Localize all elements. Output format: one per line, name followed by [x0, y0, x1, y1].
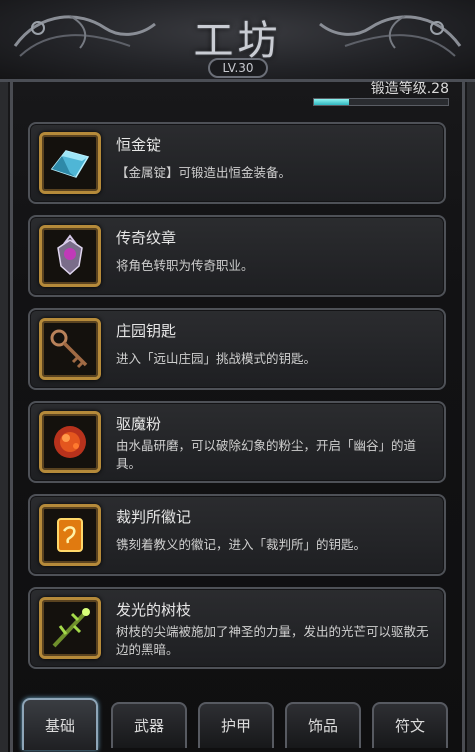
item-desc: 树枝的尖端被施加了神圣的力量，发出的光芒可以驱散无边的黑暗。 — [116, 624, 429, 657]
list-item[interactable]: 裁判所徽记 镌刻着教义的徽记，进入「裁判所」的钥匙。 — [28, 494, 446, 576]
tab-weapons[interactable]: 武器 — [111, 702, 187, 748]
item-icon-frame — [39, 225, 101, 287]
list-item[interactable]: 恒金锭 【金属锭】可锻造出恒金装备。 — [28, 122, 446, 204]
list-item[interactable]: 庄园钥匙 进入「远山庄园」挑战模式的钥匙。 — [28, 308, 446, 390]
item-name: 庄园钥匙 — [116, 322, 177, 340]
item-icon-frame — [39, 318, 101, 380]
item-desc: 将角色转职为传奇职业。 — [116, 258, 254, 273]
forge-progress-fill — [314, 99, 349, 105]
forge-level-label: 锻造等级.28 — [370, 81, 449, 97]
item-icon-frame — [39, 504, 101, 566]
header: 工坊 LV.30 — [0, 0, 475, 82]
item-desc: 镌刻着教义的徽记，进入「裁判所」的钥匙。 — [116, 537, 367, 552]
insignia-icon — [57, 518, 83, 552]
branch-icon — [52, 608, 90, 648]
list-item[interactable]: 驱魔粉 由水晶研磨，可以破除幻象的粉尘，开启「幽谷」的道具。 — [28, 401, 446, 483]
list-item[interactable]: 发光的树枝 树枝的尖端被施加了神圣的力量，发出的光芒可以驱散无边的黑暗。 — [28, 587, 446, 669]
item-name: 驱魔粉 — [116, 415, 162, 433]
item-desc: 进入「远山庄园」挑战模式的钥匙。 — [116, 351, 317, 366]
item-name: 恒金锭 — [116, 136, 162, 154]
tab-basic[interactable]: 基础 — [22, 698, 98, 750]
item-icon-frame — [39, 132, 101, 194]
key-icon — [50, 329, 88, 369]
level-badge: LV.30 — [208, 58, 268, 78]
list-item[interactable]: 传奇纹章 将角色转职为传奇职业。 — [28, 215, 446, 297]
tab-runes[interactable]: 符文 — [372, 702, 448, 748]
category-tabs: 基础 武器 护甲 饰品 符文 — [22, 698, 454, 750]
recipe-list: 恒金锭 【金属锭】可锻造出恒金装备。 传奇纹章 将角色转职为传奇职业。 庄园钥匙… — [28, 122, 446, 680]
ingot-icon — [50, 150, 90, 178]
item-name: 裁判所徽记 — [116, 508, 192, 526]
tab-armor[interactable]: 护甲 — [198, 702, 274, 748]
tab-accessories[interactable]: 饰品 — [285, 702, 361, 748]
item-desc: 由水晶研磨，可以破除幻象的粉尘，开启「幽谷」的道具。 — [116, 438, 417, 471]
item-name: 发光的树枝 — [116, 601, 192, 619]
emblem-icon — [57, 234, 83, 276]
forge-progress-bar — [313, 98, 449, 106]
item-desc: 【金属锭】可锻造出恒金装备。 — [116, 165, 292, 180]
powder-icon — [54, 426, 86, 458]
item-name: 传奇纹章 — [116, 229, 177, 247]
item-icon-frame — [39, 597, 101, 659]
item-icon-frame — [39, 411, 101, 473]
